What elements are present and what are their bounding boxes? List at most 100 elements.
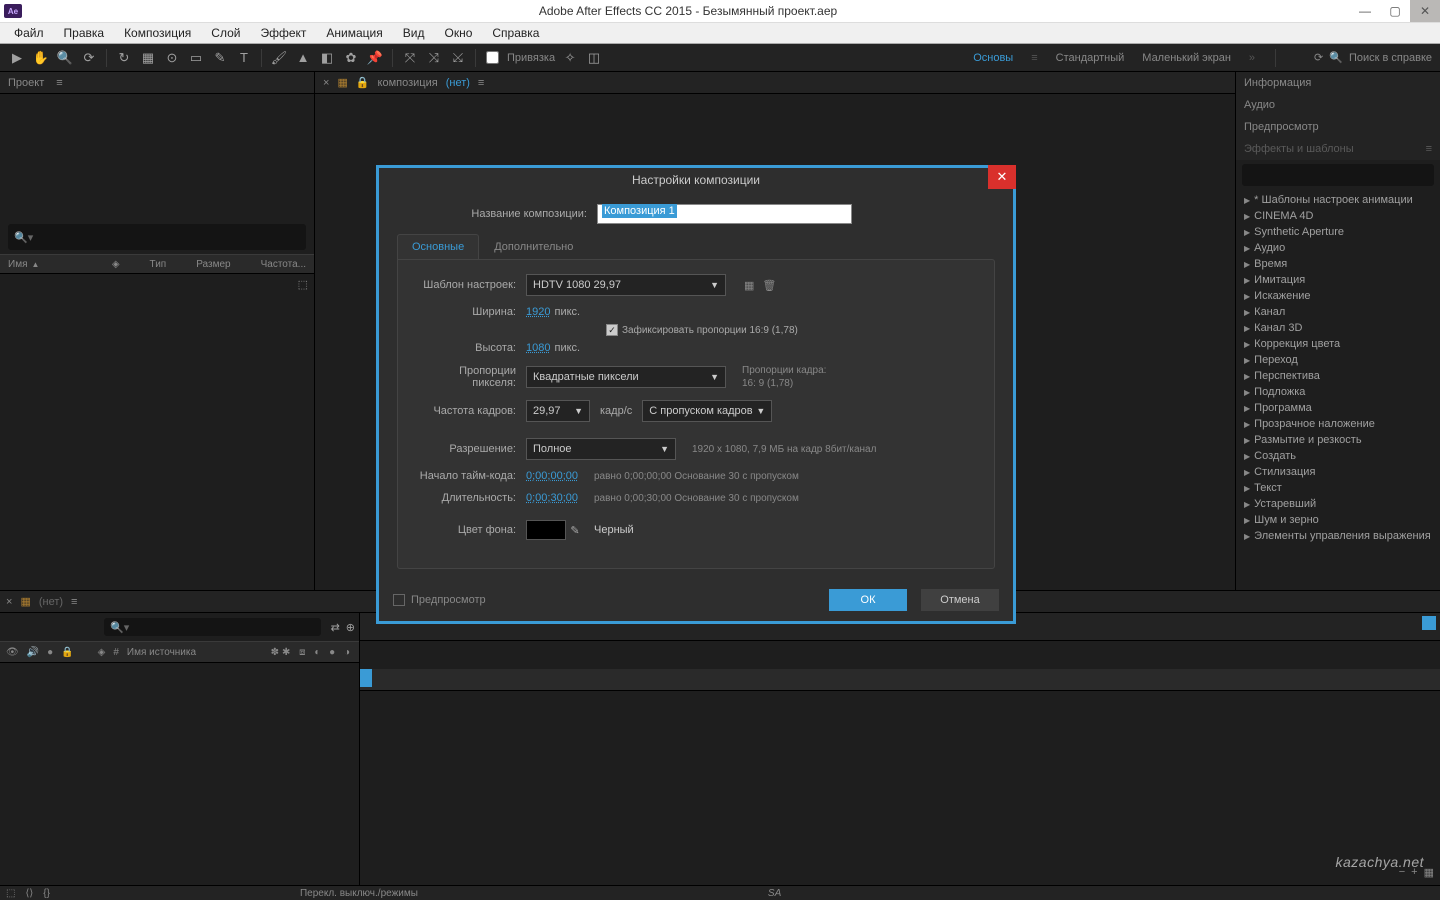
eye-col-icon[interactable]: 👁 (6, 647, 19, 658)
workspace-essentials[interactable]: Основы (973, 52, 1013, 64)
menu-window[interactable]: Окно (434, 26, 482, 40)
effects-category[interactable]: ▶Программа (1240, 400, 1436, 416)
menu-edit[interactable]: Правка (54, 26, 115, 40)
effects-category[interactable]: ▶Переход (1240, 352, 1436, 368)
resolution-dropdown[interactable]: Полное▼ (526, 438, 676, 460)
hand-tool-icon[interactable]: ✋ (32, 49, 50, 67)
sync-icon[interactable]: ⟳ (1314, 51, 1323, 64)
effects-category[interactable]: ▶CINEMA 4D (1240, 208, 1436, 224)
eyedropper-icon[interactable]: ✎ (566, 524, 584, 537)
workspace-small[interactable]: Маленький экран (1142, 52, 1231, 64)
lock-icon[interactable]: 🔒 (356, 76, 370, 89)
effects-category[interactable]: ▶Создать (1240, 448, 1436, 464)
snap-opt1-icon[interactable]: ✧ (561, 49, 579, 67)
view-axis-icon[interactable]: ⤩ (449, 49, 467, 67)
effects-category[interactable]: ▶Шум и зерно (1240, 512, 1436, 528)
num-col[interactable]: # (113, 647, 119, 658)
comp-name-input[interactable]: Композиция 1 (597, 204, 852, 224)
effects-category[interactable]: ▶Размытие и резкость (1240, 432, 1436, 448)
col-freq[interactable]: Частота... (261, 259, 306, 270)
brush-tool-icon[interactable]: 🖌 (270, 49, 288, 67)
effects-category[interactable]: ▶Коррекция цвета (1240, 336, 1436, 352)
solo-col-icon[interactable]: ● (47, 647, 53, 658)
tl-opt2-icon[interactable]: ⊕ (346, 621, 355, 634)
project-search-input[interactable]: 🔍▾ (8, 224, 306, 250)
zoom-tool-icon[interactable]: 🔍 (56, 49, 74, 67)
close-button[interactable]: ✕ (1410, 0, 1440, 22)
work-area-end-icon[interactable] (1422, 616, 1436, 630)
shape-tool-icon[interactable]: ▭ (187, 49, 205, 67)
timeline-search-input[interactable]: 🔍▾ (104, 618, 321, 636)
info-panel-header[interactable]: Информация (1236, 72, 1440, 94)
panel-menu-icon[interactable]: ≡ (1426, 143, 1432, 155)
pixel-aspect-dropdown[interactable]: Квадратные пиксели▼ (526, 366, 726, 388)
tl-opt-icon[interactable]: ⇄ (331, 621, 340, 634)
label-col-icon[interactable]: ◈ (98, 647, 106, 658)
effects-category[interactable]: ▶Устаревший (1240, 496, 1436, 512)
effects-category[interactable]: ▶Канал (1240, 304, 1436, 320)
preset-dropdown[interactable]: HDTV 1080 29,97▼ (526, 274, 726, 296)
width-input[interactable]: 1920 (526, 306, 550, 318)
minimize-button[interactable]: — (1350, 0, 1380, 22)
drop-frame-dropdown[interactable]: С пропуском кадров▼ (642, 400, 772, 422)
anchor-tool-icon[interactable]: ⊙ (163, 49, 181, 67)
ok-button[interactable]: ОК (829, 589, 907, 611)
preview-panel-header[interactable]: Предпросмотр (1236, 116, 1440, 138)
duration-input[interactable]: 0;00;30;00 (526, 492, 578, 504)
puppet-tool-icon[interactable]: 📌 (366, 49, 384, 67)
tab-advanced[interactable]: Дополнительно (479, 234, 588, 259)
effects-category[interactable]: ▶Искажение (1240, 288, 1436, 304)
playhead-icon[interactable] (360, 669, 372, 687)
roto-tool-icon[interactable]: ✿ (342, 49, 360, 67)
status-icon1[interactable]: ⬚ (6, 888, 15, 899)
orbit-tool-icon[interactable]: ⟳ (80, 49, 98, 67)
menu-layer[interactable]: Слой (201, 26, 250, 40)
pen-tool-icon[interactable]: ✎ (211, 49, 229, 67)
tc-start-input[interactable]: 0;00;00;00 (526, 470, 578, 482)
maximize-button[interactable]: ▢ (1380, 0, 1410, 22)
lock-aspect-checkbox[interactable]: ✓ (606, 324, 618, 336)
menu-view[interactable]: Вид (393, 26, 435, 40)
speaker-col-icon[interactable]: 🔊 (27, 647, 39, 658)
effects-category[interactable]: ▶Текст (1240, 480, 1436, 496)
help-search-input[interactable]: Поиск в справке (1349, 52, 1432, 64)
effects-category[interactable]: ▶Время (1240, 256, 1436, 272)
tl-graph-icon[interactable]: ▦ (1424, 866, 1434, 879)
effects-category[interactable]: ▶* Шаблоны настроек анимации (1240, 192, 1436, 208)
rotate-tool-icon[interactable]: ↻ (115, 49, 133, 67)
bg-color-swatch[interactable] (526, 520, 566, 540)
camera-tool-icon[interactable]: ▦ (139, 49, 157, 67)
flowchart-icon[interactable]: ⬚ (298, 278, 308, 291)
effects-search-input[interactable] (1242, 164, 1434, 186)
menu-composition[interactable]: Композиция (114, 26, 201, 40)
sort-icon[interactable]: ▲ (31, 260, 39, 269)
status-icon2[interactable]: ⟨⟩ (25, 888, 33, 899)
fps-dropdown[interactable]: 29,97▼ (526, 400, 590, 422)
workspace-overflow-icon[interactable]: » (1249, 52, 1255, 64)
cancel-button[interactable]: Отмена (921, 589, 999, 611)
local-axis-icon[interactable]: ⤧ (401, 49, 419, 67)
text-tool-icon[interactable]: T (235, 49, 253, 67)
effects-category[interactable]: ▶Имитация (1240, 272, 1436, 288)
selection-tool-icon[interactable]: ▶ (8, 49, 26, 67)
effects-category[interactable]: ▶Канал 3D (1240, 320, 1436, 336)
effects-category[interactable]: ▶Прозрачное наложение (1240, 416, 1436, 432)
audio-panel-header[interactable]: Аудио (1236, 94, 1440, 116)
menu-file[interactable]: Файл (4, 26, 54, 40)
panel-menu-icon[interactable]: ≡ (71, 596, 77, 608)
tab-basic[interactable]: Основные (397, 234, 479, 259)
world-axis-icon[interactable]: ⤨ (425, 49, 443, 67)
height-input[interactable]: 1080 (526, 342, 550, 354)
menu-help[interactable]: Справка (482, 26, 549, 40)
workspace-menu-icon[interactable]: ≡ (1031, 52, 1037, 64)
col-type[interactable]: Тип (150, 259, 167, 270)
lock-col-icon[interactable]: 🔒 (61, 647, 73, 658)
stamp-tool-icon[interactable]: ▲ (294, 49, 312, 67)
col-name[interactable]: Имя (8, 259, 27, 270)
dialog-close-button[interactable]: ✕ (988, 165, 1016, 189)
col-size[interactable]: Размер (196, 259, 230, 270)
effects-category[interactable]: ▶Synthetic Aperture (1240, 224, 1436, 240)
time-ruler[interactable] (360, 669, 1440, 691)
effects-category[interactable]: ▶Элементы управления выражения (1240, 528, 1436, 544)
effects-panel-header[interactable]: Эффекты и шаблоны ≡ (1236, 138, 1440, 160)
